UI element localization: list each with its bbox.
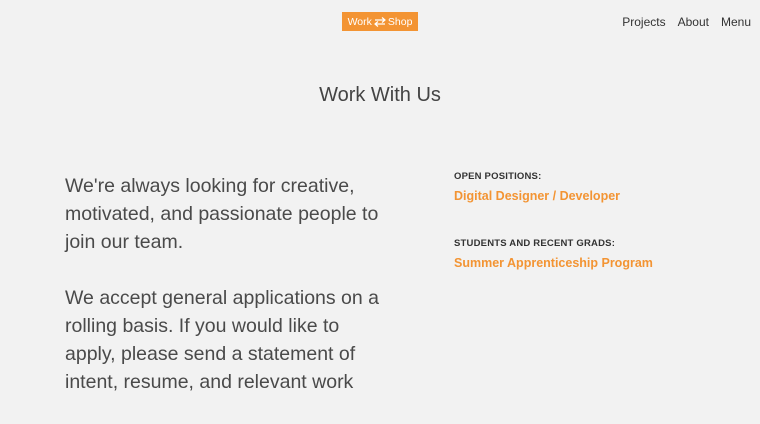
students-group: STUDENTS AND RECENT GRADS: Summer Appren… (454, 238, 714, 270)
logo-left-text: Work (347, 15, 372, 28)
intro-paragraph-2: We accept general applications on a roll… (65, 287, 380, 393)
digital-designer-link[interactable]: Digital Designer / Developer (454, 189, 714, 203)
double-arrow-icon (373, 16, 386, 27)
summer-apprenticeship-link[interactable]: Summer Apprenticeship Program (454, 256, 714, 270)
students-heading: STUDENTS AND RECENT GRADS: (454, 238, 616, 249)
top-nav: Projects About Menu (622, 15, 751, 29)
open-positions-group: OPEN POSITIONS: Digital Designer / Devel… (454, 171, 714, 203)
intro-text: We're always looking for creative, motiv… (65, 172, 385, 424)
intro-paragraph-1: We're always looking for creative, motiv… (65, 175, 379, 253)
positions-panel: OPEN POSITIONS: Digital Designer / Devel… (454, 171, 714, 270)
site-logo[interactable]: Work Shop (342, 12, 418, 31)
logo-right-text: Shop (387, 15, 413, 28)
nav-projects[interactable]: Projects (622, 15, 665, 29)
nav-about[interactable]: About (678, 15, 709, 29)
open-positions-heading: OPEN POSITIONS: (454, 171, 542, 182)
page-title: Work With Us (319, 84, 441, 106)
nav-menu[interactable]: Menu (721, 15, 751, 29)
